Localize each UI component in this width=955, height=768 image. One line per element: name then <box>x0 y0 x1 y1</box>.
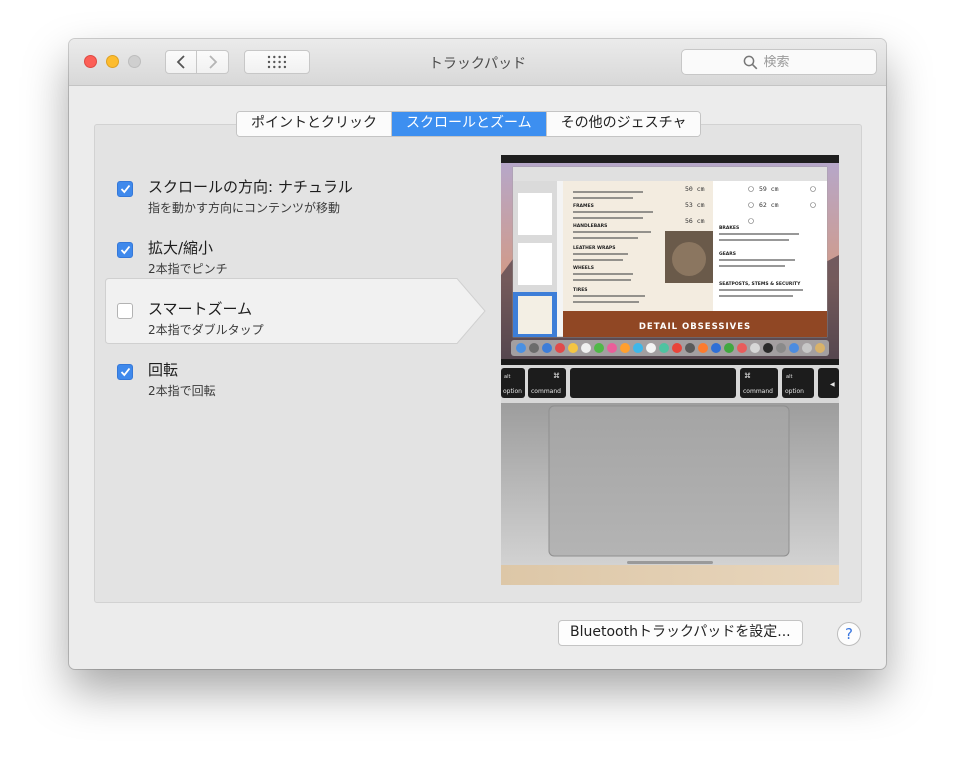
help-button[interactable]: ? <box>837 622 861 646</box>
option-subtitle: 2本指でダブルタップ <box>148 323 264 337</box>
key-alt-right-label: alt <box>786 374 792 380</box>
doc-heading-tires: TIRES <box>573 287 588 293</box>
option-subtitle: 2本指で回転 <box>148 384 216 398</box>
checkmark-icon <box>120 367 130 377</box>
search-icon <box>743 55 757 69</box>
preview-illustration: 50 cm 59 cm 53 cm 62 cm 56 cm FRAMES HAN… <box>501 155 839 585</box>
size-50: 50 cm <box>685 185 705 193</box>
bluetooth-trackpad-button[interactable]: Bluetoothトラックパッドを設定... <box>558 620 803 646</box>
doc-heading-leather-wraps: LEATHER WRAPS <box>573 245 615 251</box>
preferences-window: トラックパッド ポイントとクリック スクロールとズーム その他のジェスチャ スク… <box>69 39 886 669</box>
option-title: スマートズーム <box>148 300 253 318</box>
doc-heading-brakes: BRAKES <box>719 225 739 231</box>
key-option-left-label: option <box>503 388 522 395</box>
checkbox-rotate[interactable] <box>117 364 133 380</box>
key-cmd-left-symbol: ⌘ <box>553 372 560 380</box>
key-cmd-right-symbol: ⌘ <box>744 372 751 380</box>
tab-bar: ポイントとクリック スクロールとズーム その他のジェスチャ <box>236 111 702 137</box>
key-arrow-left: ◀ <box>830 381 835 388</box>
checkmark-icon <box>120 245 130 255</box>
search-field[interactable] <box>681 49 877 75</box>
key-command-left-label: command <box>531 388 561 395</box>
option-title: スクロールの方向: ナチュラル <box>148 178 353 196</box>
doc-heading-handlebars: HANDLEBARS <box>573 223 607 229</box>
size-59: 59 cm <box>759 185 779 193</box>
doc-heading-gears: GEARS <box>719 251 736 257</box>
key-command-right-label: command <box>743 388 773 395</box>
option-title: 拡大/縮小 <box>148 239 214 257</box>
tab-point-and-click[interactable]: ポイントとクリック <box>237 112 392 136</box>
tab-more-gestures[interactable]: その他のジェスチャ <box>546 112 701 136</box>
option-subtitle: 指を動かす方向にコンテンツが移動 <box>148 201 341 215</box>
option-subtitle: 2本指でピンチ <box>148 262 228 276</box>
title-bar: トラックパッド <box>69 39 886 86</box>
doc-heading-frames: FRAMES <box>573 203 594 209</box>
option-title: 回転 <box>148 361 179 379</box>
checkbox-scroll-direction[interactable] <box>117 181 133 197</box>
size-53: 53 cm <box>685 201 705 209</box>
size-62: 62 cm <box>759 201 779 209</box>
doc-heading-wheels: WHEELS <box>573 265 594 271</box>
key-alt-left-label: alt <box>504 374 510 380</box>
doc-heading-seatposts: SEATPOSTS, STEMS & SECURITY <box>719 281 801 287</box>
key-option-right-label: option <box>785 388 804 395</box>
checkbox-smart-zoom[interactable] <box>117 303 133 319</box>
checkbox-zoom[interactable] <box>117 242 133 258</box>
preview-banner: DETAIL OBSESSIVES <box>639 322 751 332</box>
search-input[interactable] <box>763 54 816 70</box>
gesture-preview: 50 cm 59 cm 53 cm 62 cm 56 cm FRAMES HAN… <box>501 155 839 585</box>
tab-scroll-and-zoom[interactable]: スクロールとズーム <box>392 112 547 136</box>
size-56: 56 cm <box>685 217 705 225</box>
checkmark-icon <box>120 184 130 194</box>
